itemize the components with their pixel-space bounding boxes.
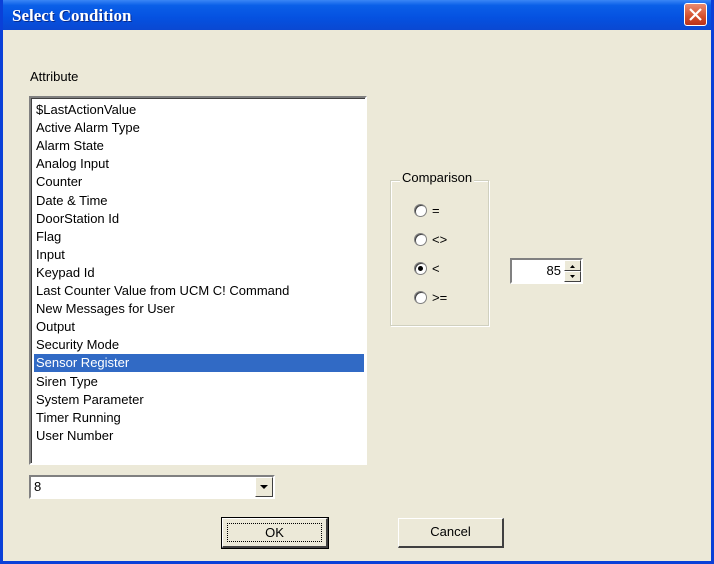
arrow-up-icon (570, 265, 575, 268)
close-button[interactable] (684, 3, 707, 26)
list-item[interactable]: $LastActionValue (34, 101, 364, 119)
list-item[interactable]: Analog Input (34, 155, 364, 173)
comparison-label: Comparison (400, 170, 475, 185)
combobox-value: 8 (34, 479, 42, 494)
radio-button[interactable] (414, 204, 427, 217)
radio-label: < (432, 261, 440, 276)
list-item[interactable]: Keypad Id (34, 264, 364, 282)
radio-label: >= (432, 290, 448, 305)
attribute-label: Attribute (30, 69, 79, 84)
close-icon (689, 8, 702, 21)
list-item[interactable]: Security Mode (34, 336, 364, 354)
list-item[interactable]: Input (34, 246, 364, 264)
list-item[interactable]: Last Counter Value from UCM C! Command (34, 282, 364, 300)
value-combobox[interactable]: 8 (29, 475, 275, 499)
list-item[interactable]: User Number (34, 427, 364, 445)
list-item[interactable]: DoorStation Id (34, 210, 364, 228)
list-item[interactable]: Output (34, 318, 364, 336)
radio-button[interactable] (414, 262, 427, 275)
spin-up-button[interactable] (564, 260, 581, 271)
value-spinner[interactable]: 85 (510, 258, 583, 284)
list-item[interactable]: Sensor Register (34, 354, 364, 373)
list-item[interactable]: Date & Time (34, 192, 364, 210)
attribute-listbox[interactable]: $LastActionValue Active Alarm Type Alarm S… (29, 96, 367, 465)
radio-label: <> (432, 232, 448, 247)
list-item[interactable]: Flag (34, 228, 364, 246)
ok-button[interactable]: OK (221, 517, 329, 549)
window-title: Select Condition (12, 6, 132, 25)
list-item[interactable]: Counter (34, 173, 364, 191)
chevron-down-icon (260, 485, 268, 489)
radio-label: = (432, 203, 440, 218)
list-item[interactable]: Alarm State (34, 137, 364, 155)
list-item[interactable]: Timer Running (34, 409, 364, 427)
radio-button[interactable] (414, 291, 427, 304)
list-item[interactable]: Active Alarm Type (34, 119, 364, 137)
cancel-button[interactable]: Cancel (398, 518, 504, 548)
list-item[interactable]: System Parameter (34, 391, 364, 409)
spin-down-button[interactable] (564, 271, 581, 282)
list-item[interactable]: Siren Type (34, 373, 364, 391)
arrow-down-icon (570, 275, 575, 278)
radio-selected-dot (418, 266, 423, 271)
title-bar[interactable]: Select Condition (3, 0, 711, 30)
ok-button-label: OK (227, 523, 322, 542)
spinner-value: 85 (546, 263, 561, 278)
radio-button[interactable] (414, 233, 427, 246)
combobox-dropdown-button[interactable] (255, 477, 273, 497)
list-item[interactable]: New Messages for User (34, 300, 364, 318)
